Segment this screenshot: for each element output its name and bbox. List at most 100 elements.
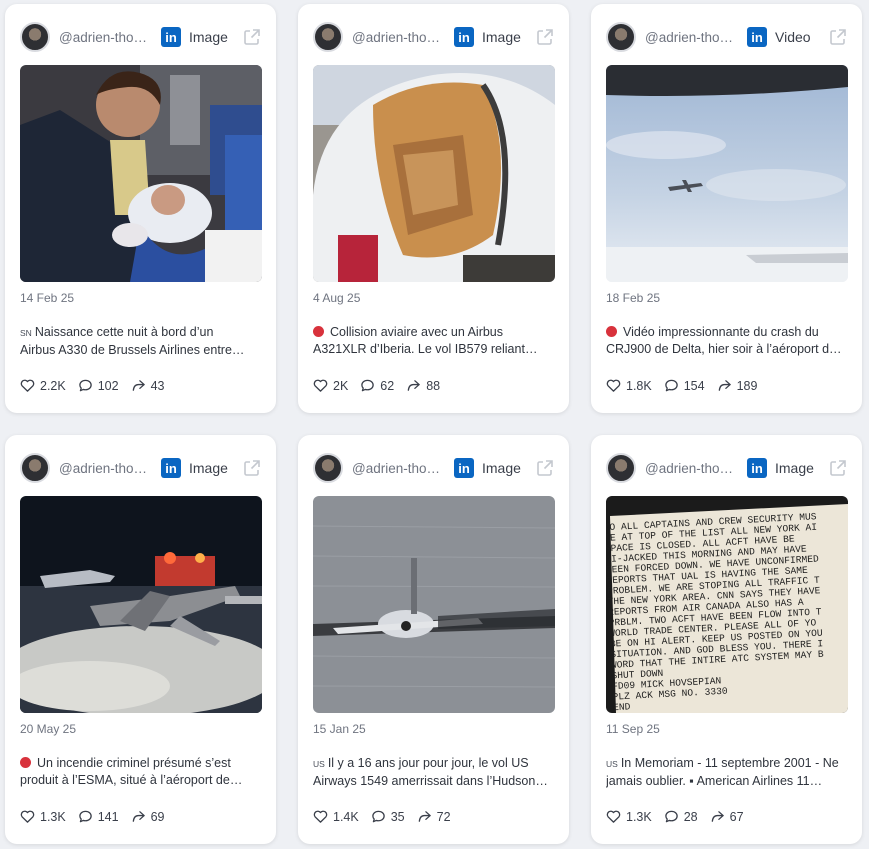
shares-stat[interactable]: 43: [131, 378, 165, 393]
author-handle[interactable]: @adrien-thomas: [352, 30, 444, 45]
comments-stat[interactable]: 141: [78, 809, 119, 824]
flag-label: SN: [20, 328, 32, 338]
avatar[interactable]: [20, 453, 50, 483]
author-handle[interactable]: @adrien-thomas: [59, 30, 151, 45]
post-image[interactable]: [20, 496, 262, 713]
avatar[interactable]: [606, 453, 636, 483]
telex-line: END: [613, 701, 631, 713]
linkedin-icon: in: [454, 458, 474, 478]
likes-count: 2.2K: [40, 378, 66, 393]
likes-count: 2K: [333, 378, 349, 393]
post-card[interactable]: @adrien-thomas in Image 14 Feb 25 SN Nai…: [5, 4, 276, 413]
avatar[interactable]: [606, 22, 636, 52]
media-type-label: Image: [482, 29, 521, 45]
post-card[interactable]: @adrien-thomas in Image 20 May 25 Un inc…: [5, 435, 276, 844]
likes-stat[interactable]: 2.2K: [20, 378, 66, 393]
shares-count: 43: [150, 378, 165, 393]
comments-stat[interactable]: 35: [371, 809, 405, 824]
avatar[interactable]: [313, 22, 343, 52]
card-header: @adrien-thomas in Video: [606, 20, 847, 54]
share-arrow-icon: [711, 811, 724, 822]
shares-count: 69: [150, 809, 165, 824]
author-handle[interactable]: @adrien-thomas: [645, 30, 737, 45]
media-type-label: Video: [775, 29, 811, 45]
post-image[interactable]: TO ALL CAPTAINS AND CREW SECURITY MUS TE …: [606, 496, 848, 713]
post-text-line-2: Airways 1549 amerrissait dans l’Hudson…: [313, 774, 548, 788]
post-text[interactable]: US Il y a 16 ans jour pour jour, le vol U…: [313, 755, 553, 790]
comments-stat[interactable]: 28: [664, 809, 698, 824]
likes-count: 1.4K: [333, 809, 359, 824]
comments-count: 62: [380, 378, 395, 393]
post-grid: @adrien-thomas in Image 14 Feb 25 SN Nai…: [0, 0, 869, 849]
linkedin-icon: in: [161, 458, 181, 478]
post-text[interactable]: SN Naissance cette nuit à bord d’un Airbu…: [20, 324, 260, 359]
author-handle[interactable]: @adrien-thomas: [352, 461, 444, 476]
comment-bubble-icon: [664, 810, 678, 823]
post-stats: 2K 62 88: [313, 378, 452, 393]
post-text[interactable]: US In Memoriam - 11 septembre 2001 - Ne j…: [606, 755, 846, 790]
likes-stat[interactable]: 1.3K: [20, 809, 66, 824]
post-image[interactable]: [20, 65, 262, 282]
post-card[interactable]: @adrien-thomas in Image TO ALL CAPTAINS …: [591, 435, 862, 844]
likes-stat[interactable]: 1.3K: [606, 809, 652, 824]
post-text-line-2: Airbus A330 de Brussels Airlines entre…: [20, 343, 245, 357]
comments-stat[interactable]: 62: [360, 378, 394, 393]
post-date: 18 Feb 25: [606, 291, 661, 305]
post-text-line-1: Un incendie criminel présumé s’est: [37, 756, 231, 770]
red-dot-icon: [20, 757, 31, 768]
post-text-line-1: Naissance cette nuit à bord d’un: [34, 325, 214, 339]
post-date: 4 Aug 25: [313, 291, 361, 305]
shares-count: 189: [736, 378, 758, 393]
post-card[interactable]: @adrien-thomas in Image 15 Jan 25 US Il …: [298, 435, 569, 844]
post-text[interactable]: Un incendie criminel présumé s’est produ…: [20, 755, 260, 789]
likes-stat[interactable]: 1.8K: [606, 378, 652, 393]
share-arrow-icon: [407, 380, 420, 391]
post-text-line-2: CRJ900 de Delta, hier soir à l’aéroport …: [606, 342, 842, 356]
post-text-line-1: In Memoriam - 11 septembre 2001 - Ne: [620, 756, 839, 770]
comments-count: 28: [683, 809, 698, 824]
post-date: 15 Jan 25: [313, 722, 366, 736]
post-date: 20 May 25: [20, 722, 77, 736]
media-type-label: Image: [189, 460, 228, 476]
post-text-line-2: A321XLR d’Iberia. Le vol IB579 reliant…: [313, 342, 538, 356]
avatar[interactable]: [20, 22, 50, 52]
likes-stat[interactable]: 1.4K: [313, 809, 359, 824]
post-card[interactable]: @adrien-thomas in Image 4 Aug 25 Collisi…: [298, 4, 569, 413]
external-link-icon[interactable]: [829, 459, 847, 477]
external-link-icon[interactable]: [536, 28, 554, 46]
external-link-icon[interactable]: [536, 459, 554, 477]
external-link-icon[interactable]: [243, 459, 261, 477]
share-arrow-icon: [718, 380, 731, 391]
flag-label: US: [606, 759, 618, 769]
post-text-line-1: Collision aviaire avec un Airbus: [330, 325, 504, 339]
post-date: 14 Feb 25: [20, 291, 75, 305]
shares-stat[interactable]: 72: [417, 809, 451, 824]
heart-icon: [606, 379, 621, 392]
post-text[interactable]: Collision aviaire avec un Airbus A321XLR…: [313, 324, 553, 358]
red-dot-icon: [606, 326, 617, 337]
author-handle[interactable]: @adrien-thomas: [645, 461, 737, 476]
post-card[interactable]: @adrien-thomas in Video 18 Feb 25 Vidéo …: [591, 4, 862, 413]
comments-stat[interactable]: 102: [78, 378, 119, 393]
card-header: @adrien-thomas in Image: [20, 20, 261, 54]
shares-stat[interactable]: 67: [710, 809, 744, 824]
likes-stat[interactable]: 2K: [313, 378, 348, 393]
heart-icon: [313, 379, 328, 392]
external-link-icon[interactable]: [829, 28, 847, 46]
media-type-label: Image: [189, 29, 228, 45]
comments-stat[interactable]: 154: [664, 378, 705, 393]
post-text[interactable]: Vidéo impressionnante du crash du CRJ900…: [606, 324, 846, 358]
shares-stat[interactable]: 189: [717, 378, 758, 393]
shares-stat[interactable]: 69: [131, 809, 165, 824]
post-image[interactable]: [313, 65, 555, 282]
card-header: @adrien-thomas in Image: [313, 20, 554, 54]
author-handle[interactable]: @adrien-thomas: [59, 461, 151, 476]
external-link-icon[interactable]: [243, 28, 261, 46]
shares-stat[interactable]: 88: [406, 378, 440, 393]
post-image[interactable]: [313, 496, 555, 713]
post-stats: 2.2K 102 43: [20, 378, 176, 393]
avatar[interactable]: [313, 453, 343, 483]
red-dot-icon: [313, 326, 324, 337]
post-video[interactable]: [606, 65, 848, 282]
comment-bubble-icon: [78, 379, 92, 392]
